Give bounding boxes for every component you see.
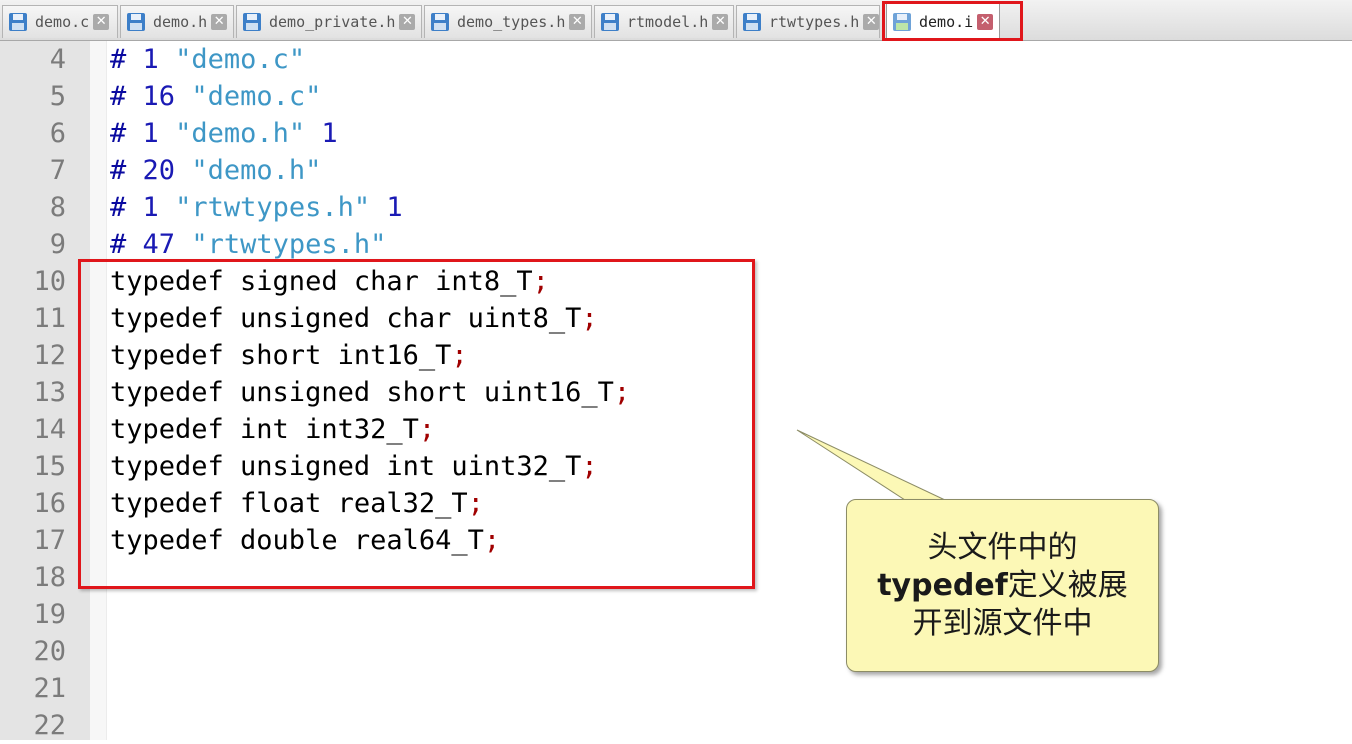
callout-line-2: typedef定义被展 xyxy=(877,567,1128,605)
callout-line-2-rest: 定义被展 xyxy=(1007,567,1128,603)
callout-line-1: 头文件中的 xyxy=(927,529,1078,565)
callout-note: 头文件中的 typedef定义被展 开到源文件中 xyxy=(846,499,1159,672)
callout-line-3: 开到源文件中 xyxy=(912,605,1093,641)
callout-keyword: typedef xyxy=(877,567,1008,603)
callout-text: 头文件中的 typedef定义被展 开到源文件中 xyxy=(877,529,1128,643)
